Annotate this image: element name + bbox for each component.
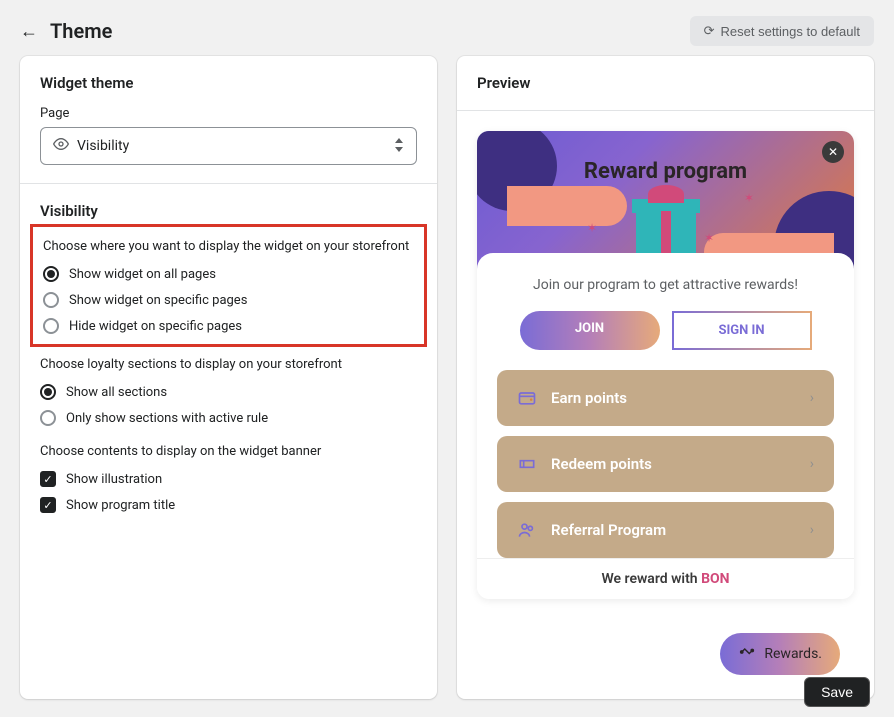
visibility-title: Visibility	[40, 202, 417, 220]
refresh-icon: ⟳	[704, 23, 715, 39]
radio-label: Only show sections with active rule	[66, 411, 268, 426]
preview-title: Preview	[477, 74, 854, 92]
check-show-illustration[interactable]: ✓ Show illustration	[40, 471, 417, 487]
radio-show-specific-pages[interactable]: Show widget on specific pages	[43, 292, 414, 308]
menu-redeem-points[interactable]: Redeem points ›	[497, 436, 834, 492]
menu-referral-program[interactable]: Referral Program ›	[497, 502, 834, 558]
check-label: Show program title	[66, 498, 175, 513]
page-field-label: Page	[40, 106, 417, 121]
highlight-box: Choose where you want to display the wid…	[30, 224, 427, 347]
rewards-bubble-button[interactable]: Rewards.	[720, 633, 840, 675]
widget-theme-title: Widget theme	[40, 74, 417, 92]
checkbox-icon: ✓	[40, 497, 56, 513]
hero-title: Reward program	[477, 159, 854, 184]
chevron-right-icon: ›	[810, 522, 814, 538]
radio-icon	[43, 292, 59, 308]
radio-icon	[40, 384, 56, 400]
check-show-program-title[interactable]: ✓ Show program title	[40, 497, 417, 513]
eye-icon	[53, 136, 69, 156]
radio-icon	[43, 318, 59, 334]
preview-frame: ✶ ✶ ✶ Reward program ✕ Join our program …	[477, 131, 854, 599]
star-icon: ✶	[704, 231, 714, 245]
join-label: JOIN	[575, 321, 604, 336]
footer-brand: BON	[701, 571, 729, 587]
save-button[interactable]: Save	[804, 677, 870, 707]
check-label: Show illustration	[66, 472, 162, 487]
radio-hide-specific-pages[interactable]: Hide widget on specific pages	[43, 318, 414, 334]
page-select[interactable]: Visibility	[40, 127, 417, 165]
rewards-bubble-label: Rewards.	[764, 646, 822, 662]
preview-tagline: Join our program to get attractive rewar…	[497, 277, 834, 293]
close-button[interactable]: ✕	[822, 141, 844, 163]
radio-label: Hide widget on specific pages	[69, 319, 242, 334]
radio-show-all-sections[interactable]: Show all sections	[40, 384, 417, 400]
radio-label: Show all sections	[66, 385, 167, 400]
footer-prefix: We reward with	[601, 571, 701, 587]
banner-group-label: Choose contents to display on the widget…	[40, 444, 417, 459]
radio-icon	[43, 266, 59, 282]
save-label: Save	[821, 684, 853, 700]
radio-label: Show widget on all pages	[69, 267, 216, 282]
radio-icon	[40, 410, 56, 426]
checkbox-icon: ✓	[40, 471, 56, 487]
page-title: Theme	[50, 19, 112, 43]
star-icon: ✶	[744, 191, 754, 205]
radio-only-active-sections[interactable]: Only show sections with active rule	[40, 410, 417, 426]
display-group-label: Choose where you want to display the wid…	[43, 239, 414, 254]
rewards-icon	[738, 643, 756, 665]
signin-label: SIGN IN	[718, 323, 764, 338]
menu-label: Referral Program	[551, 521, 796, 539]
preview-hero: ✶ ✶ ✶ Reward program ✕	[477, 131, 854, 271]
chevron-right-icon: ›	[810, 390, 814, 406]
close-icon: ✕	[828, 145, 838, 159]
reset-button-label: Reset settings to default	[721, 24, 860, 39]
sections-group-label: Choose loyalty sections to display on yo…	[40, 357, 417, 372]
wallet-icon	[517, 388, 537, 408]
menu-label: Redeem points	[551, 455, 796, 473]
ticket-icon	[517, 454, 537, 474]
join-button[interactable]: JOIN	[520, 311, 660, 350]
back-arrow-icon[interactable]: ←	[20, 21, 38, 42]
chevron-updown-icon	[394, 138, 404, 155]
preview-footer: We reward with BON	[477, 558, 854, 599]
menu-earn-points[interactable]: Earn points ›	[497, 370, 834, 426]
signin-button[interactable]: SIGN IN	[672, 311, 812, 350]
users-icon	[517, 520, 537, 540]
menu-label: Earn points	[551, 389, 796, 407]
radio-show-all-pages[interactable]: Show widget on all pages	[43, 266, 414, 282]
reset-button[interactable]: ⟳ Reset settings to default	[690, 16, 874, 46]
page-select-value: Visibility	[77, 138, 386, 154]
chevron-right-icon: ›	[810, 456, 814, 472]
radio-label: Show widget on specific pages	[69, 293, 247, 308]
star-icon: ✶	[587, 221, 597, 235]
illustration-hand	[507, 186, 627, 226]
